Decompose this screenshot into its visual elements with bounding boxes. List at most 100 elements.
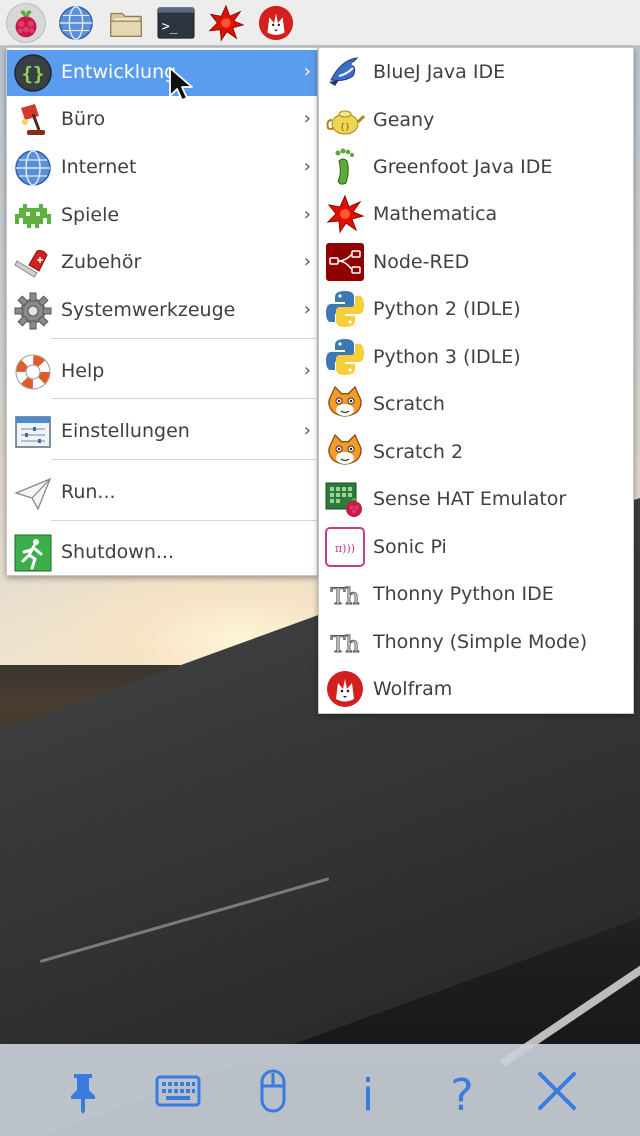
gear-icon [14, 292, 52, 330]
geany-teapot-icon: {} [326, 110, 365, 135]
menu-item-shutdown[interactable]: Shutdown... [7, 530, 317, 576]
submenu-item-sonic-pi[interactable]: π))) Sonic Pi [319, 524, 633, 571]
mathematica-launcher[interactable] [206, 3, 246, 43]
python-icon [326, 339, 364, 375]
submenu-item-label: Wolfram [373, 678, 453, 700]
terminal-launcher[interactable]: >_ [156, 3, 196, 43]
menu-item-label: Büro [61, 108, 106, 130]
submenu-item-geany[interactable]: {} Geany [319, 97, 633, 144]
thonny-glyph: Th [331, 585, 360, 610]
svg-text:i: i [362, 1070, 374, 1114]
file-manager-launcher[interactable] [106, 3, 146, 43]
question-icon: ? [450, 1070, 473, 1114]
submenu-arrow-icon: › [303, 360, 311, 381]
wolfram-icon [258, 5, 294, 40]
keyboard-button[interactable] [153, 1068, 203, 1114]
submenu-item-label: Mathematica [373, 203, 498, 225]
menu-item-label: Zubehör [61, 251, 142, 273]
menu-item-spiele[interactable]: Spiele › [7, 193, 317, 239]
menu-item-zubehoer[interactable]: Zubehör › [7, 240, 317, 286]
menu-item-label: Einstellungen [61, 420, 190, 442]
braces-icon: {} [14, 54, 52, 92]
python-icon [326, 291, 364, 327]
sonic-pi-glyph: π))) [335, 542, 355, 555]
top-panel: >_ [0, 0, 640, 46]
pin-button[interactable] [58, 1068, 108, 1114]
submenu-item-label: Sense HAT Emulator [373, 488, 567, 510]
scratch-cat-icon [328, 385, 362, 417]
pocket-knife-icon [14, 250, 48, 278]
menu-item-label: Help [61, 360, 105, 382]
lifebuoy-icon [15, 354, 51, 390]
application-menu: {} Entwicklung › Büro › Internet › Spiel… [6, 47, 318, 576]
submenu-item-greenfoot[interactable]: Greenfoot Java IDE [319, 144, 633, 191]
menu-item-label: Internet [61, 156, 137, 178]
submenu-arrow-icon: › [303, 108, 311, 129]
submenu-item-label: Sonic Pi [373, 536, 447, 558]
mathematica-icon [326, 194, 365, 234]
submenu-arrow-icon: › [303, 420, 311, 441]
submenu-item-label: BlueJ Java IDE [373, 61, 506, 83]
menu-item-label: Shutdown... [61, 541, 174, 563]
submenu-item-label: Scratch 2 [373, 441, 464, 463]
submenu-item-label: Python 3 (IDLE) [373, 346, 521, 368]
mouse-button[interactable] [248, 1068, 298, 1114]
submenu-item-label: Python 2 (IDLE) [373, 298, 521, 320]
submenu-item-label: Thonny (Simple Mode) [373, 631, 588, 653]
node-red-icon [326, 243, 364, 281]
submenu-item-label: Geany [373, 109, 435, 131]
globe-icon [15, 150, 51, 186]
submenu-item-python2[interactable]: Python 2 (IDLE) [319, 286, 633, 333]
menu-item-label: Spiele [61, 204, 120, 226]
submenu-arrow-icon: › [303, 156, 311, 177]
submenu-item-python3[interactable]: Python 3 (IDLE) [319, 334, 633, 381]
submenu-item-sense-hat[interactable]: Sense HAT Emulator [319, 476, 633, 523]
help-button[interactable]: ? [437, 1068, 487, 1114]
submenu-item-label: Greenfoot Java IDE [373, 156, 553, 178]
submenu-item-label: Thonny Python IDE [373, 583, 554, 605]
pushpin-icon [71, 1074, 95, 1114]
menu-item-einstellungen[interactable]: Einstellungen › [7, 409, 317, 455]
submenu-item-thonny[interactable]: Th Thonny Python IDE [319, 571, 633, 618]
browser-launcher[interactable] [56, 3, 96, 43]
menu-separator [51, 338, 317, 339]
bluej-bird-icon [329, 57, 359, 86]
thonny-icon: Th [330, 633, 360, 659]
close-button[interactable] [532, 1068, 582, 1114]
sense-hat-icon [325, 482, 362, 517]
menu-item-label: Systemwerkzeuge [61, 299, 236, 321]
submenu-item-node-red[interactable]: Node-RED [319, 239, 633, 286]
menu-item-label: Run... [61, 481, 116, 503]
thonny-glyph: Th [331, 633, 360, 658]
globe-icon [59, 5, 93, 40]
submenu-arrow-icon: › [303, 251, 311, 272]
submenu-item-bluej[interactable]: BlueJ Java IDE [319, 49, 633, 96]
info-button[interactable]: i [343, 1068, 393, 1114]
raspberry-menu-button[interactable] [6, 2, 46, 43]
menu-item-systemwerkzeuge[interactable]: Systemwerkzeuge › [7, 288, 317, 334]
submenu-item-wolfram[interactable]: Wolfram [319, 666, 633, 713]
menu-separator [51, 398, 317, 399]
menu-item-run[interactable]: Run... [7, 470, 317, 516]
terminal-icon: >_ [157, 6, 195, 39]
menu-item-buero[interactable]: Büro › [7, 97, 317, 143]
info-icon: i [362, 1070, 374, 1114]
menu-item-internet[interactable]: Internet › [7, 145, 317, 191]
folder-icon [110, 12, 142, 37]
settings-sliders-icon [15, 416, 51, 448]
terminal-prompt-glyph: >_ [162, 19, 178, 34]
submenu-item-scratch[interactable]: Scratch [319, 381, 633, 428]
entwicklung-submenu: BlueJ Java IDE {} Geany Greenfoot Java I… [318, 47, 634, 714]
submenu-item-mathematica[interactable]: Mathematica [319, 191, 633, 238]
close-icon [538, 1072, 576, 1110]
submenu-item-scratch2[interactable]: Scratch 2 [319, 429, 633, 476]
wolfram-launcher[interactable] [256, 3, 296, 43]
menu-item-help[interactable]: Help › [7, 349, 317, 395]
menu-item-label: Entwicklung [61, 61, 177, 83]
submenu-item-label: Scratch [373, 393, 445, 415]
submenu-item-thonny-simple[interactable]: Th Thonny (Simple Mode) [319, 619, 633, 666]
menu-separator [51, 520, 317, 521]
menu-item-entwicklung[interactable]: {} Entwicklung › [7, 50, 317, 96]
raspberry-icon [15, 10, 37, 37]
thonny-icon: Th [330, 585, 360, 611]
